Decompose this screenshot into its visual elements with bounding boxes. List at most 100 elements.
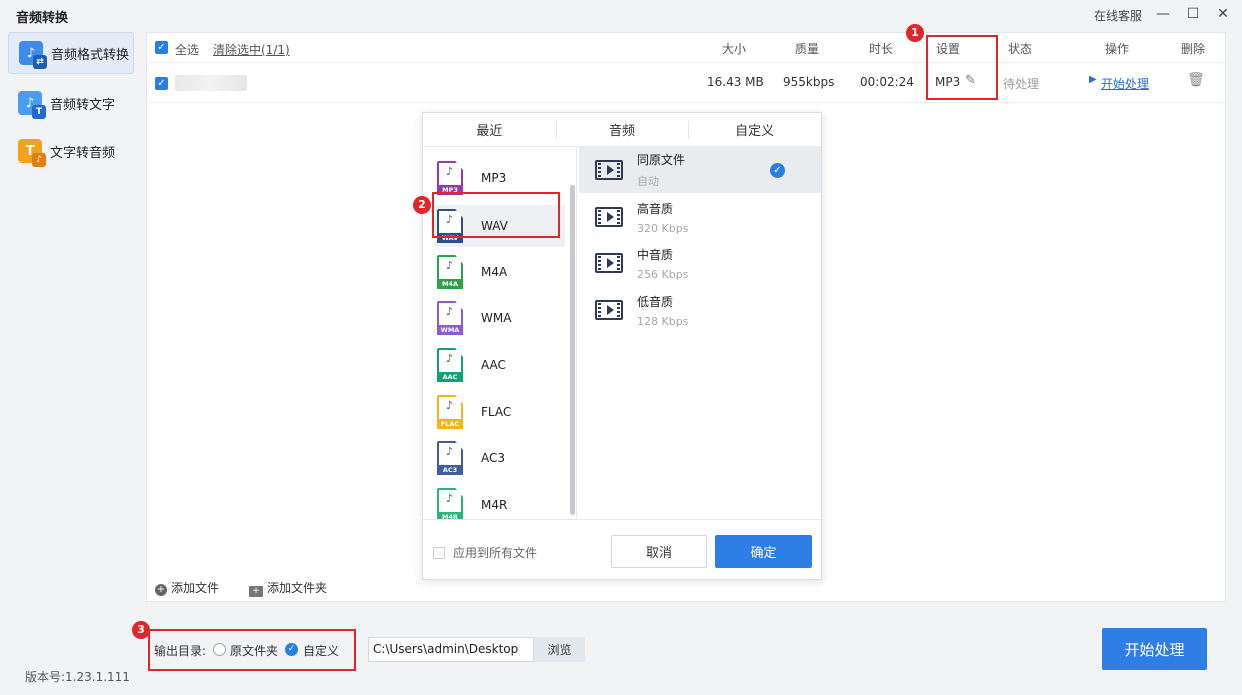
- close-icon[interactable]: ✕: [1212, 4, 1234, 24]
- quality-title: 同原文件: [637, 153, 686, 167]
- confirm-button[interactable]: 确定: [715, 535, 812, 568]
- text-to-audio-icon: T ♪: [18, 139, 46, 167]
- audio-to-text-icon: ♪ T: [18, 91, 46, 119]
- sidebar-item-text-to-audio[interactable]: T ♪ 文字转音频: [8, 130, 134, 172]
- minimize-icon[interactable]: —: [1152, 4, 1174, 24]
- format-list-scrollbar[interactable]: [570, 185, 575, 515]
- format-label: M4R: [481, 498, 508, 512]
- start-processing-button[interactable]: 开始处理: [1102, 628, 1207, 670]
- annotation-box-3: [148, 629, 356, 671]
- quality-sub: 256 Kbps: [637, 267, 689, 281]
- row-checkbox[interactable]: ✓: [155, 77, 168, 90]
- sidebar-item-label: 音频格式转换: [51, 47, 130, 63]
- column-size: 大小: [722, 42, 747, 56]
- format-item-ac3[interactable]: ♪ AC3 AC3: [435, 437, 565, 479]
- format-item-wma[interactable]: ♪ WMA WMA: [435, 297, 565, 339]
- video-film-icon: [595, 207, 623, 227]
- column-status: 状态: [1008, 42, 1033, 56]
- quality-list: 同原文件自动 ✓ 高音质 320 Kbps 中音质 256 Kbps 低音质 128 …: [579, 147, 821, 519]
- row-quality: 955kbps: [783, 75, 835, 89]
- video-film-icon: [595, 160, 623, 180]
- column-duration: 时长: [869, 42, 894, 56]
- format-item-m4a[interactable]: ♪ M4A M4A: [435, 251, 565, 293]
- quality-item-low[interactable]: 低音质 128 Kbps: [579, 287, 821, 333]
- start-process-link[interactable]: 开始处理: [1101, 75, 1149, 92]
- music-convert-icon: ♪ ⇄: [19, 41, 47, 69]
- format-label: WMA: [481, 311, 512, 325]
- add-file-label: 添加文件: [171, 581, 220, 595]
- format-label: FLAC: [481, 405, 512, 419]
- ac3-file-icon: ♪ AC3: [437, 441, 465, 475]
- file-name-blurred: [175, 75, 247, 91]
- add-file-button[interactable]: + 添加文件: [155, 579, 219, 597]
- sidebar-item-label: 文字转音频: [50, 145, 116, 161]
- add-toolbar: + 添加文件 + 添加文件夹: [155, 579, 327, 597]
- cancel-button[interactable]: 取消: [611, 535, 707, 568]
- title-bar: 音频转换 在线客服 — ☐ ✕: [0, 0, 1242, 30]
- clear-selection-link[interactable]: 清除选中(1/1): [213, 41, 290, 58]
- apply-all-label: 应用到所有文件: [453, 546, 538, 560]
- column-delete: 删除: [1181, 42, 1206, 56]
- table-header: ✓ 全选 清除选中(1/1) 大小 质量 时长 设置 状态 操作 删除: [147, 33, 1225, 63]
- format-tabs: 最近 音频 自定义: [423, 113, 821, 147]
- video-film-icon: [595, 300, 623, 320]
- format-label: AC3: [481, 451, 506, 465]
- output-path-input[interactable]: C:\Users\admin\Desktop: [368, 637, 534, 662]
- tab-audio[interactable]: 音频: [555, 113, 689, 146]
- flac-file-icon: ♪ FLAC: [437, 395, 465, 429]
- format-label: AAC: [481, 358, 506, 372]
- annotation-badge-3: 3: [132, 621, 150, 639]
- column-action: 操作: [1105, 42, 1130, 56]
- m4a-file-icon: ♪ M4A: [437, 255, 465, 289]
- version-label: 版本号:1.23.1.111: [25, 670, 130, 684]
- tab-custom[interactable]: 自定义: [688, 113, 821, 146]
- video-film-icon: [595, 253, 623, 273]
- annotation-box-1: [926, 35, 998, 100]
- plus-icon: +: [155, 584, 167, 596]
- aac-file-icon: ♪ AAC: [437, 348, 465, 382]
- quality-item-medium[interactable]: 中音质 256 Kbps: [579, 240, 821, 286]
- column-quality: 质量: [795, 42, 820, 56]
- browse-button[interactable]: 浏览: [534, 637, 585, 662]
- annotation-badge-1: 1: [906, 24, 924, 42]
- sidebar-item-audio-convert[interactable]: ♪ ⇄ 音频格式转换: [8, 32, 134, 74]
- format-item-flac[interactable]: ♪ FLAC FLAC: [435, 391, 565, 433]
- annotation-badge-2: 2: [413, 196, 431, 214]
- sidebar: ♪ ⇄ 音频格式转换 ♪ T 音频转文字 T ♪ 文字转音频: [0, 30, 138, 660]
- mp3-file-icon: ♪ MP3: [437, 161, 465, 195]
- quality-title: 高音质: [637, 201, 674, 216]
- format-label: MP3: [481, 171, 507, 185]
- add-folder-button[interactable]: + 添加文件夹: [249, 579, 327, 597]
- wma-file-icon: ♪ WMA: [437, 301, 465, 335]
- m4r-file-icon: ♪ M4R: [437, 488, 465, 519]
- format-popup: 最近 音频 自定义 ♪ MP3 MP3 ♪ WAV WAV ♪ M4A M4A ♪ WM…: [422, 112, 822, 580]
- trash-icon[interactable]: 🗑: [1187, 72, 1205, 88]
- add-folder-label: 添加文件夹: [267, 581, 328, 595]
- sidebar-item-label: 音频转文字: [50, 97, 116, 113]
- check-circle-icon: ✓: [770, 163, 785, 178]
- quality-sub: 128 Kbps: [637, 314, 689, 328]
- quality-item-high[interactable]: 高音质 320 Kbps: [579, 194, 821, 240]
- row-duration: 00:02:24: [860, 75, 914, 89]
- folder-plus-icon: +: [249, 586, 264, 597]
- app-title: 音频转换: [16, 11, 69, 26]
- quality-title: 中音质: [637, 247, 674, 262]
- quality-sub: 320 Kbps: [637, 221, 689, 235]
- sidebar-item-audio-to-text[interactable]: ♪ T 音频转文字: [8, 82, 134, 124]
- format-label: M4A: [481, 265, 508, 279]
- row-size: 16.43 MB: [707, 75, 764, 89]
- format-item-m4r[interactable]: ♪ M4R M4R: [435, 484, 565, 519]
- play-icon: ▶: [1089, 74, 1097, 85]
- popup-footer: 应用到所有文件 取消 确定: [423, 519, 821, 579]
- select-all-label[interactable]: 全选: [175, 41, 199, 58]
- apply-all-checkbox[interactable]: 应用到所有文件: [433, 544, 537, 561]
- online-support-link[interactable]: 在线客服: [1094, 7, 1142, 24]
- maximize-icon[interactable]: ☐: [1182, 4, 1204, 24]
- quality-item-original[interactable]: 同原文件自动 ✓: [579, 147, 821, 193]
- table-row[interactable]: ✓ 16.43 MB 955kbps 00:02:24 MP3 ✎ 待处理 ▶ …: [147, 63, 1225, 103]
- select-all-checkbox[interactable]: ✓: [155, 41, 168, 54]
- row-status: 待处理: [1003, 77, 1040, 91]
- quality-sub: 自动: [637, 175, 659, 188]
- format-item-aac[interactable]: ♪ AAC AAC: [435, 344, 565, 386]
- tab-recent[interactable]: 最近: [423, 113, 556, 146]
